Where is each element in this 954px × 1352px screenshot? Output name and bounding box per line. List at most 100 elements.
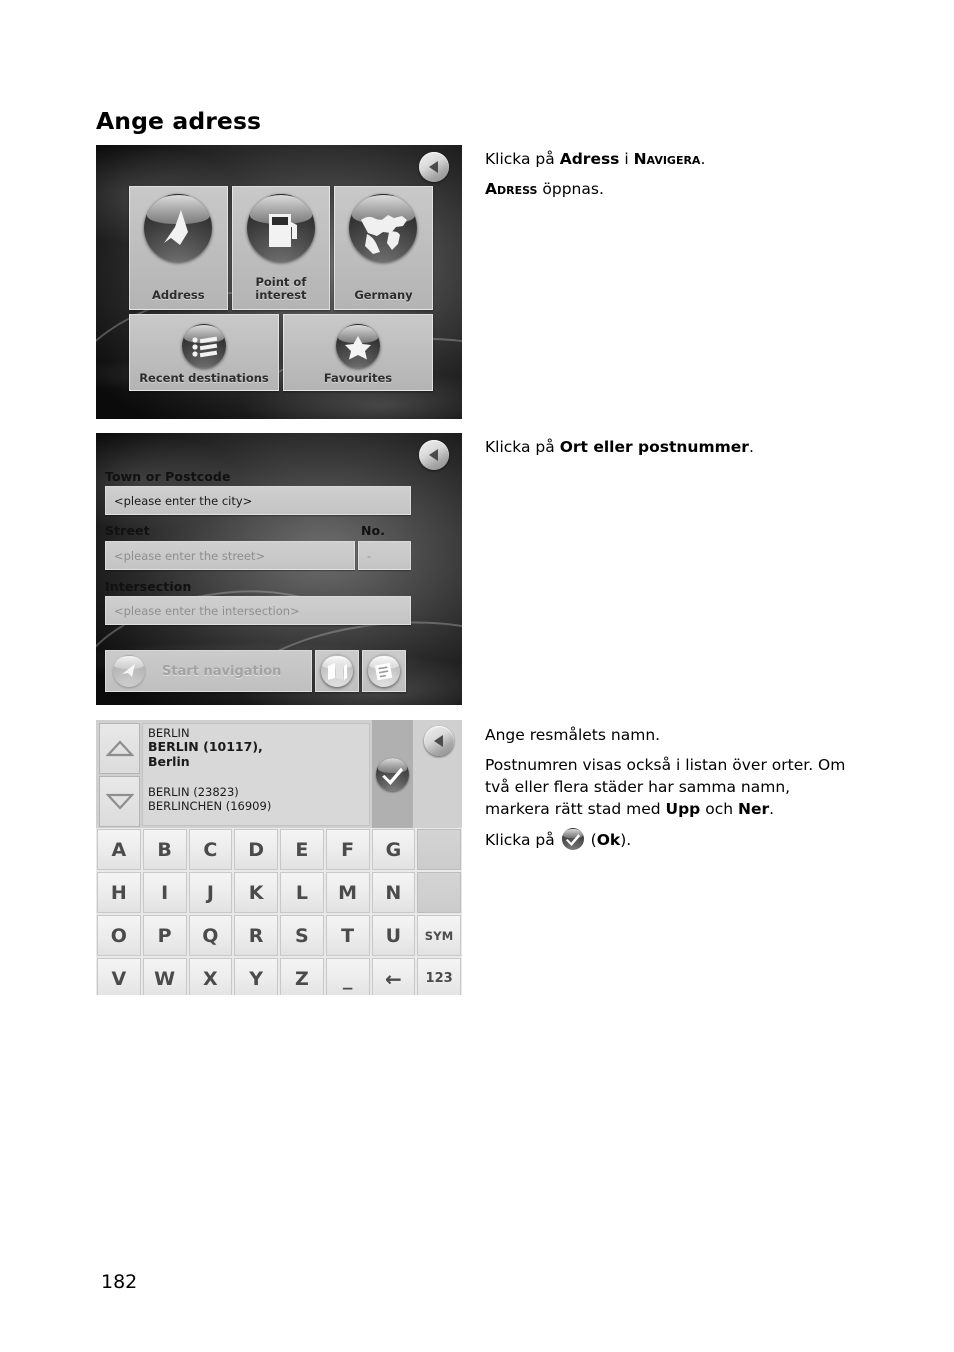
key-q[interactable]: Q <box>188 915 233 956</box>
key-backspace[interactable]: ← <box>371 958 416 995</box>
list-item-selected[interactable]: BERLIN (10117), <box>148 739 365 755</box>
list-item-selected-line2[interactable]: Berlin <box>148 754 365 770</box>
page-number: 182 <box>101 1271 138 1293</box>
screenshot-city-keyboard: BERLIN BERLIN (10117), Berlin BERLIN (23… <box>96 720 462 995</box>
note-line-3: Klicka på (Ok). <box>485 828 857 851</box>
menu-tile-label: Favourites <box>323 370 393 385</box>
street-field[interactable]: <please enter the street> <box>105 541 355 570</box>
checkmark-ok-icon[interactable] <box>376 757 409 791</box>
key-z[interactable]: Z <box>280 958 324 995</box>
ok-button-cell <box>372 720 413 828</box>
key-symbols[interactable]: SYM <box>417 915 461 956</box>
key-w[interactable]: W <box>142 958 187 995</box>
menu-grid: Address Point of interest Germany Recent… <box>129 186 433 395</box>
key-j[interactable]: J <box>188 872 233 913</box>
street-label: Street <box>105 523 150 538</box>
triangle-up-icon <box>105 740 134 757</box>
town-or-postcode-label: Town or Postcode <box>105 469 231 484</box>
key-e[interactable]: E <box>280 829 324 870</box>
list-item[interactable]: BERLIN (23823) <box>148 785 365 799</box>
town-or-postcode-field[interactable]: <please enter the city> <box>105 486 411 515</box>
back-button[interactable] <box>424 726 454 756</box>
menu-tile-point-of-interest[interactable]: Point of interest <box>231 186 331 310</box>
key-a[interactable]: A <box>97 829 141 870</box>
back-button[interactable] <box>419 440 449 470</box>
menu-tile-label: Germany <box>354 287 413 302</box>
key-blank[interactable] <box>417 829 461 870</box>
city-result-list[interactable]: BERLIN BERLIN (10117), Berlin BERLIN (23… <box>142 723 370 826</box>
save-destination-button[interactable] <box>362 650 406 692</box>
back-button[interactable] <box>419 152 449 182</box>
intersection-label: Intersection <box>105 579 192 594</box>
list-item[interactable]: BERLINCHEN (16909) <box>148 799 365 813</box>
menu-row-2: Recent destinations Favourites <box>129 314 433 391</box>
instruction-note-3: Ange resmålets namn. Postnumren visas oc… <box>485 724 857 851</box>
list-icon <box>182 324 226 368</box>
start-navigation-button[interactable]: Start navigation <box>105 650 312 692</box>
checkmark-ok-icon <box>561 828 584 850</box>
key-d[interactable]: D <box>234 829 278 870</box>
scroll-arrows <box>99 723 140 829</box>
back-arrow-icon <box>433 735 443 747</box>
list-item[interactable]: BERLIN <box>148 726 365 740</box>
page-title: Ange adress <box>96 107 262 135</box>
note-line: Klicka på Ort eller postnummer. <box>485 438 754 456</box>
key-v[interactable]: V <box>97 958 141 995</box>
key-i[interactable]: I <box>142 872 187 913</box>
key-p[interactable]: P <box>142 915 187 956</box>
map-icon <box>321 655 353 687</box>
keyboard-row: A B C D E F G <box>96 828 462 871</box>
intersection-field[interactable]: <please enter the intersection> <box>105 596 411 625</box>
key-o[interactable]: O <box>97 915 141 956</box>
show-on-map-button[interactable] <box>315 650 359 692</box>
key-b[interactable]: B <box>142 829 187 870</box>
key-c[interactable]: C <box>188 829 233 870</box>
note-line-2: Adress öppnas. <box>485 180 604 198</box>
menu-tile-label: Point of interest <box>255 274 307 302</box>
house-number-field[interactable]: - <box>358 541 411 570</box>
menu-tile-favourites[interactable]: Favourites <box>283 314 433 391</box>
start-navigation-label: Start navigation <box>162 663 282 679</box>
key-x[interactable]: X <box>188 958 233 995</box>
instruction-note-2: Klicka på Ort eller postnummer. <box>485 436 857 458</box>
back-arrow-icon <box>428 161 438 173</box>
screenshot-navigate-menu: Address Point of interest Germany Recent… <box>96 145 462 419</box>
key-f[interactable]: F <box>325 829 370 870</box>
city-list-area: BERLIN BERLIN (10117), Berlin BERLIN (23… <box>96 720 462 828</box>
key-g[interactable]: G <box>371 829 416 870</box>
action-bar: Start navigation <box>105 650 406 692</box>
key-y[interactable]: Y <box>234 958 278 995</box>
keyboard-row: O P Q R S T U SYM <box>96 914 462 957</box>
manual-page: Ange adress Address Point of interest Ge… <box>0 0 954 1352</box>
menu-tile-address[interactable]: Address <box>129 186 228 310</box>
scroll-down-button[interactable] <box>99 776 140 827</box>
note-line-2: Postnumren visas också i listan över ort… <box>485 756 846 818</box>
on-screen-keyboard: A B C D E F G H I J K L M N O P Q R S T … <box>96 828 462 995</box>
key-blank[interactable] <box>417 872 461 913</box>
key-t[interactable]: T <box>325 915 370 956</box>
globe-icon <box>349 194 418 262</box>
key-numbers[interactable]: 123 <box>417 958 461 995</box>
key-n[interactable]: N <box>371 872 416 913</box>
keyboard-row: V W X Y Z _ ← 123 <box>96 957 462 995</box>
menu-tile-recent-destinations[interactable]: Recent destinations <box>129 314 279 391</box>
key-m[interactable]: M <box>325 872 370 913</box>
menu-tile-label: Recent destinations <box>139 370 269 385</box>
key-l[interactable]: L <box>280 872 324 913</box>
menu-tile-country[interactable]: Germany <box>334 186 433 310</box>
key-u[interactable]: U <box>371 915 416 956</box>
menu-tile-label: Address <box>152 287 205 302</box>
save-destination-icon <box>368 655 400 687</box>
star-icon <box>336 324 380 368</box>
instruction-note-1: Klicka på Adress i Navigera. Adress öppn… <box>485 148 857 200</box>
key-s[interactable]: S <box>280 915 324 956</box>
scroll-up-button[interactable] <box>99 723 140 774</box>
key-h[interactable]: H <box>97 872 141 913</box>
key-r[interactable]: R <box>234 915 278 956</box>
menu-row-1: Address Point of interest Germany <box>129 186 433 310</box>
key-k[interactable]: K <box>234 872 278 913</box>
back-arrow-icon <box>428 449 438 461</box>
back-button-cell <box>416 720 462 828</box>
key-space[interactable]: _ <box>325 958 370 995</box>
